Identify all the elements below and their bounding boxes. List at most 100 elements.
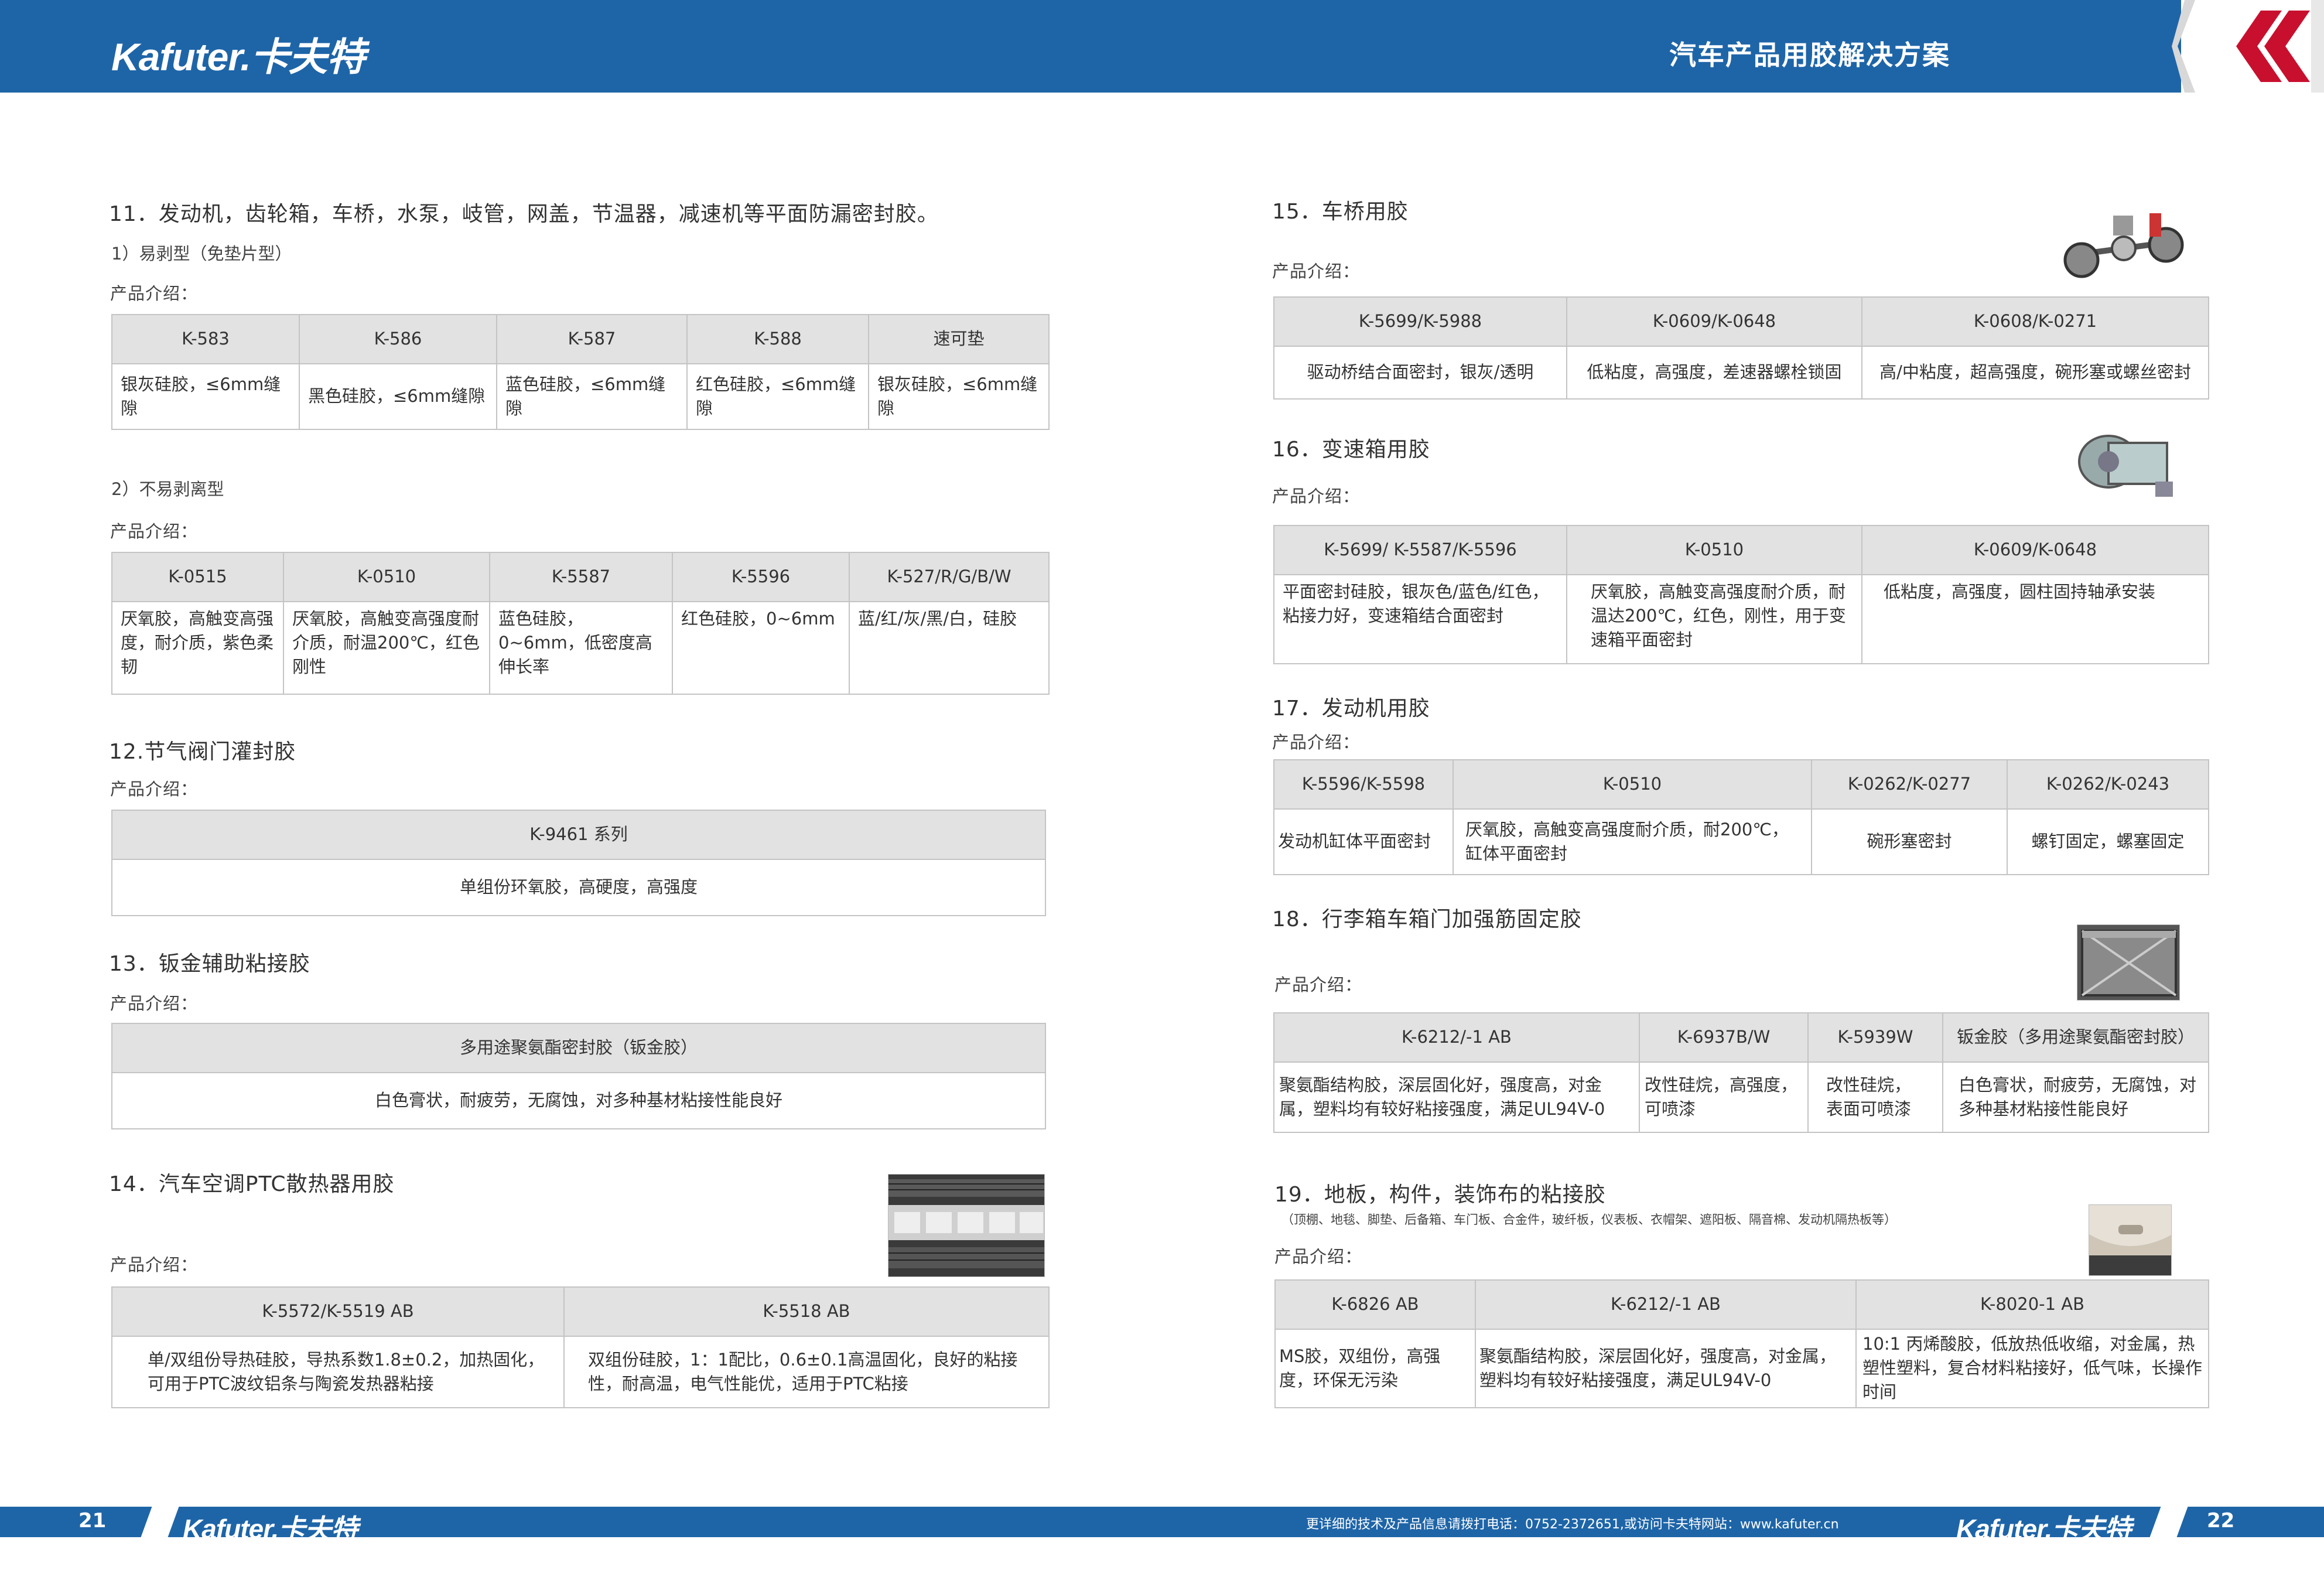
s16-table: K-5699/ K-5587/K-5596 K-0510 K-0609/K-06… xyxy=(1273,525,2209,664)
table-cell: 高/中粘度，超高强度，碗形塞或螺丝密封 xyxy=(1861,346,2209,400)
table-cell: 聚氨酯结构胶，深层固化好，强度高，对金属，塑料均有较好粘接强度，满足UL94V-… xyxy=(1475,1329,1857,1408)
header-bar: Kafuter.卡夫特 汽车产品用胶解决方案 xyxy=(0,0,2173,93)
s19-label: 产品介绍： xyxy=(1274,1247,1363,1267)
table-cell: 低粘度，高强度，圆柱固持轴承安装 xyxy=(1861,574,2209,664)
s11-table2: K-0515 K-0510 K-5587 K-5596 K-527/R/G/B/… xyxy=(111,552,1050,695)
table-header-row: K-6826 AB K-6212/-1 AB K-8020-1 AB xyxy=(1274,1279,2209,1330)
table-cell: 改性硅烷，表面可喷漆 xyxy=(1807,1061,1943,1133)
axle-graphic xyxy=(2062,202,2185,289)
table-header-row: K-5699/ K-5587/K-5596 K-0510 K-0609/K-06… xyxy=(1273,525,2209,575)
table-header-cell: K-0609/K-0648 xyxy=(1861,525,2209,575)
s12-label: 产品介绍： xyxy=(110,779,199,799)
table-header-cell: K-9461 系列 xyxy=(111,810,1046,860)
table-header-cell: K-586 xyxy=(299,314,497,364)
table-header-row: K-583 K-586 K-587 K-588 速可垫 xyxy=(111,314,1050,364)
table-header-cell: K-5518 AB xyxy=(563,1286,1050,1337)
table-cell: 发动机缸体平面密封 xyxy=(1273,808,1454,875)
table-header-cell: K-5939W xyxy=(1807,1012,1943,1063)
table-cell: 黑色硅胶，≤6mm缝隙 xyxy=(299,363,497,430)
table-row: 单组份环氧胶，高硬度，高强度 xyxy=(111,859,1046,916)
table-header-cell: 速可垫 xyxy=(868,314,1050,364)
table-header-cell: K-587 xyxy=(496,314,688,364)
table-cell: MS胶，双组份，高强度，环保无污染 xyxy=(1274,1329,1476,1408)
table-header-cell: K-0510 xyxy=(1566,525,1862,575)
table-row: 驱动桥结合面密封，银灰/透明 低粘度，高强度，差速器螺栓锁固 高/中粘度，超高强… xyxy=(1273,346,2209,400)
table-cell: 厌氧胶，高触变高强度耐介质，耐温达200℃，红色，刚性，用于变速箱平面密封 xyxy=(1566,574,1862,664)
header-title: 汽车产品用胶解决方案 xyxy=(1669,39,1950,71)
table-cell: 驱动桥结合面密封，银灰/透明 xyxy=(1273,346,1567,400)
s14-title: 14．汽车空调PTC散热器用胶 xyxy=(109,1172,395,1196)
s18-table: K-6212/-1 AB K-6937B/W K-5939W 钣金胶（多用途聚氨… xyxy=(1273,1012,2209,1133)
footer-logo-right: Kafuter.卡夫特 xyxy=(1956,1514,2131,1544)
table-cell: 低粘度，高强度，差速器螺栓锁固 xyxy=(1566,346,1862,400)
table-cell: 单组份环氧胶，高硬度，高强度 xyxy=(111,859,1046,916)
table-header-cell: K-5596 xyxy=(672,552,850,602)
s15-table: K-5699/K-5988 K-0609/K-0648 K-0608/K-027… xyxy=(1273,296,2209,400)
table-cell: 白色膏状，耐疲劳，无腐蚀，对多种基材粘接性能良好 xyxy=(111,1072,1046,1129)
table-header-cell: K-5572/K-5519 AB xyxy=(111,1286,565,1337)
table-header-cell: K-6937B/W xyxy=(1639,1012,1809,1063)
brand-logo: Kafuter.卡夫特 xyxy=(111,35,365,78)
gearbox-graphic xyxy=(2067,425,2179,505)
table-header-cell: K-0510 xyxy=(1452,759,1812,810)
table-header-cell: K-6212/-1 AB xyxy=(1273,1012,1640,1063)
table-header-cell: K-583 xyxy=(111,314,300,364)
table-header-cell: K-6212/-1 AB xyxy=(1475,1279,1857,1330)
table-cell: 红色硅胶，≤6mm缝隙 xyxy=(686,363,869,430)
car-headliner-photo xyxy=(2089,1204,2172,1276)
s11-table1: K-583 K-586 K-587 K-588 速可垫 银灰硅胶，≤6mm缝隙 … xyxy=(111,314,1050,430)
table-header-row: K-6212/-1 AB K-6937B/W K-5939W 钣金胶（多用途聚氨… xyxy=(1273,1012,2209,1063)
s11-label1: 产品介绍： xyxy=(110,284,199,303)
table-cell: 聚氨酯结构胶，深层固化好，强度高，对金属，塑料均有较好粘接强度，满足UL94V-… xyxy=(1273,1061,1640,1133)
s16-title: 16．变速箱用胶 xyxy=(1272,438,1430,462)
table-header-cell: K-6826 AB xyxy=(1274,1279,1476,1330)
table-header-cell: K-0262/K-0277 xyxy=(1811,759,2008,810)
footer-contact: 更详细的技术及产品信息请拨打电话：0752-2372651,或访问卡夫特网站：w… xyxy=(1306,1517,1839,1532)
s12-table: K-9461 系列 单组份环氧胶，高硬度，高强度 xyxy=(111,810,1046,916)
s11-sub2: 2）不易剥离型 xyxy=(111,479,224,499)
table-row: MS胶，双组份，高强度，环保无污染 聚氨酯结构胶，深层固化好，强度高，对金属，塑… xyxy=(1274,1329,2209,1408)
s19-note: （顶棚、地毯、脚垫、后备箱、车门板、合金件，玻纤板，仪表板、衣帽架、遮阳板、隔音… xyxy=(1281,1213,1896,1227)
table-header-cell: K-5699/ K-5587/K-5596 xyxy=(1273,525,1567,575)
table-header-cell: 多用途聚氨酯密封胶（钣金胶） xyxy=(111,1023,1046,1073)
table-cell: 厌氧胶，高触变高强度耐介质，耐温200℃，红色刚性 xyxy=(283,601,490,695)
table-cell: 单/双组份导热硅胶，导热系数1.8±0.2，加热固化，可用于PTC波纹铝条与陶瓷… xyxy=(111,1336,565,1408)
s17-title: 17．发动机用胶 xyxy=(1272,697,1430,721)
s13-title: 13．钣金辅助粘接胶 xyxy=(109,952,310,976)
table-cell: 厌氧胶，高触变高强度，耐介质，紫色柔韧 xyxy=(111,601,284,695)
table-cell: 白色膏状，耐疲劳，无腐蚀，对多种基材粘接性能良好 xyxy=(1942,1061,2209,1133)
table-header-row: K-5572/K-5519 AB K-5518 AB xyxy=(111,1286,1050,1337)
table-cell: 红色硅胶，0~6mm xyxy=(672,601,850,695)
s11-title: 11．发动机，齿轮箱，车桥，水泵，岐管，网盖，节温器，减速机等平面防漏密封胶。 xyxy=(109,202,939,226)
table-cell: 厌氧胶，高触变高强度耐介质，耐200℃，缸体平面密封 xyxy=(1452,808,1812,875)
table-cell: 银灰硅胶，≤6mm缝隙 xyxy=(111,363,300,430)
ptc-heater-photo xyxy=(888,1174,1045,1277)
table-header-cell: K-5699/K-5988 xyxy=(1273,296,1567,347)
s16-label: 产品介绍： xyxy=(1272,486,1361,506)
s18-label: 产品介绍： xyxy=(1274,975,1363,995)
brochure-spread: { "header": {"brand_logo": "Kafuter.卡夫特"… xyxy=(0,0,2324,1577)
trunk-lid-graphic xyxy=(2077,925,2179,1000)
s17-label: 产品介绍： xyxy=(1272,732,1361,752)
table-header-cell: K-527/R/G/B/W xyxy=(849,552,1050,602)
table-row: 发动机缸体平面密封 厌氧胶，高触变高强度耐介质，耐200℃，缸体平面密封 碗形塞… xyxy=(1273,808,2209,875)
page-number-right: 22 xyxy=(2207,1509,2235,1532)
table-header-cell: K-5596/K-5598 xyxy=(1273,759,1454,810)
headliner-graphic xyxy=(2089,1205,2171,1275)
table-cell: 平面密封硅胶，银灰色/蓝色/红色，粘接力好，变速箱结合面密封 xyxy=(1273,574,1567,664)
s14-table: K-5572/K-5519 AB K-5518 AB 单/双组份导热硅胶，导热系… xyxy=(111,1286,1050,1408)
table-header-cell: K-5587 xyxy=(489,552,673,602)
trunk-lid-photo xyxy=(2077,924,2180,1001)
s14-label: 产品介绍： xyxy=(110,1255,199,1275)
table-row: 厌氧胶，高触变高强度，耐介质，紫色柔韧 厌氧胶，高触变高强度耐介质，耐温200℃… xyxy=(111,601,1050,695)
table-cell: 蓝/红/灰/黑/白，硅胶 xyxy=(849,601,1050,695)
table-header-cell: K-8020-1 AB xyxy=(1855,1279,2209,1330)
s18-title: 18．行李箱车箱门加强筋固定胶 xyxy=(1272,907,1582,931)
table-cell: 双组份硅胶，1：1配比，0.6±0.1高温固化，良好的粘接性，耐高温，电气性能优… xyxy=(563,1336,1050,1408)
s19-table: K-6826 AB K-6212/-1 AB K-8020-1 AB MS胶，双… xyxy=(1274,1279,2209,1408)
chevron-logo-icon xyxy=(2167,0,2324,93)
table-header-cell: 钣金胶（多用途聚氨酯密封胶） xyxy=(1942,1012,2209,1063)
s12-title: 12.节气阀门灌封胶 xyxy=(109,740,296,764)
table-header-row: K-9461 系列 xyxy=(111,810,1046,860)
axle-assembly-photo xyxy=(2062,202,2185,289)
